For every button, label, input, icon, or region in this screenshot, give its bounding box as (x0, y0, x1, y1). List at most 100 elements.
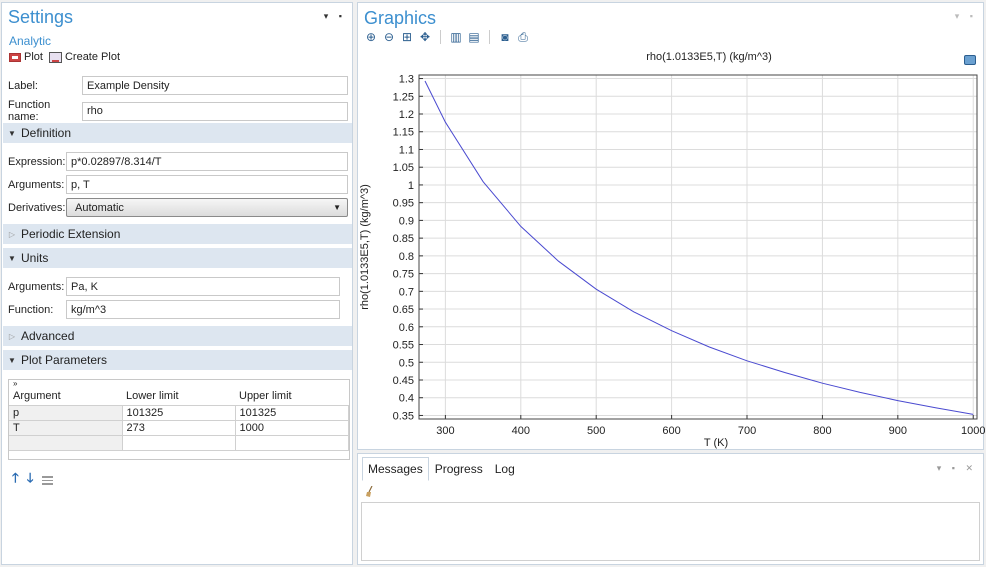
units-function-row: Function: (8, 300, 340, 319)
table-row[interactable]: p 101325 101325 (9, 405, 349, 421)
x-tick-label: 900 (889, 425, 907, 437)
y-tick-label: 0.8 (399, 251, 414, 263)
y-tick-label: 1.2 (399, 109, 414, 121)
x-tick-label: 400 (512, 425, 530, 437)
column-header[interactable]: Argument (9, 388, 122, 406)
derivatives-label: Derivatives: (8, 201, 66, 214)
graphics-toolbar: ⊕ ⊖ ⊞ ✥ ▥ ▤ ◙ ⎙ (364, 30, 530, 44)
function-name-row: Function name: (8, 99, 348, 123)
label-input[interactable] (82, 76, 348, 95)
messages-panel: Messages Progress Log ▾ ▪ ✕ (357, 453, 984, 565)
table-cell[interactable]: T (9, 420, 123, 436)
table-cell[interactable]: 101325 (235, 405, 349, 421)
table-cell[interactable] (9, 435, 123, 451)
y-tick-label: 1 (408, 180, 414, 192)
table-cell[interactable] (122, 435, 236, 451)
y-tick-label: 1.1 (399, 144, 414, 156)
table-row[interactable] (9, 435, 349, 451)
x-tick-label: 500 (587, 425, 605, 437)
create-plot-button-label: Create Plot (64, 51, 120, 63)
arguments-input[interactable] (66, 175, 348, 194)
table-options-icon[interactable]: » (9, 380, 349, 388)
section-plot-parameters-label: Plot Parameters (21, 353, 108, 367)
zoom-in-icon[interactable]: ⊕ (364, 30, 378, 44)
section-definition[interactable]: ▼ Definition (3, 123, 352, 143)
section-plot-parameters[interactable]: ▼ Plot Parameters (3, 350, 352, 370)
arguments-row: Arguments: (8, 175, 348, 194)
graphics-panel-controls[interactable]: ▾ ▪ (955, 11, 977, 22)
label-field-label: Label: (8, 79, 38, 92)
units-function-input[interactable] (66, 300, 340, 319)
expanded-triangle-icon: ▼ (8, 355, 16, 365)
camera-icon[interactable]: ◙ (498, 30, 512, 44)
units-arguments-input[interactable] (66, 277, 340, 296)
zoom-out-icon[interactable]: ⊖ (382, 30, 396, 44)
graphics-settings-icon[interactable] (964, 55, 976, 65)
section-advanced-label: Advanced (21, 329, 75, 343)
y-tick-label: 0.7 (399, 286, 414, 298)
y-tick-label: 0.45 (393, 375, 414, 387)
units-function-label: Function: (8, 303, 54, 316)
print-icon[interactable]: ⎙ (516, 30, 530, 44)
x-tick-label: 800 (813, 425, 831, 437)
table-icon[interactable]: ▤ (467, 30, 481, 44)
function-name-label: Function name: (8, 99, 51, 123)
arguments-label: Arguments: (8, 178, 65, 191)
table-cell[interactable] (235, 435, 349, 451)
expression-row: Expression: (8, 152, 348, 171)
settings-toolbar: Plot Create Plot (9, 51, 120, 63)
y-tick-label: 0.9 (399, 215, 414, 227)
y-tick-label: 1.05 (393, 162, 414, 174)
tab-progress[interactable]: Progress (429, 457, 489, 481)
section-definition-label: Definition (21, 126, 72, 140)
units-arguments-label: Arguments: (8, 280, 65, 293)
grid-icon[interactable]: ▥ (449, 30, 463, 44)
y-tick-label: 0.55 (393, 340, 414, 352)
move-up-icon[interactable]: 🡑 (12, 469, 19, 491)
table-row[interactable]: T 273 1000 (9, 420, 349, 436)
label-row: Label: (8, 76, 348, 95)
derivatives-select[interactable]: Automatic ▼ (66, 198, 348, 217)
function-name-input[interactable] (82, 101, 348, 121)
graphics-panel: 0.35 0.4 0.45 0.5 0.55 0.6 0.65 0.7 0.75 0.8 0.85 0… (357, 2, 985, 451)
section-advanced[interactable]: ▷ Advanced (3, 326, 352, 346)
column-header[interactable]: Lower limit (122, 388, 235, 406)
y-tick-label: 1.3 (399, 74, 414, 86)
y-tick-label: 0.4 (399, 393, 414, 405)
clear-table-icon[interactable] (41, 475, 53, 485)
table-cell[interactable]: 273 (122, 420, 236, 436)
y-tick-label: 1.25 (393, 91, 414, 103)
tab-messages[interactable]: Messages (362, 457, 429, 481)
table-cell[interactable]: p (9, 405, 123, 421)
y-tick-label: 0.6 (399, 322, 414, 334)
y-tick-label: 0.95 (393, 198, 414, 210)
section-periodic-extension[interactable]: ▷ Periodic Extension (3, 224, 352, 244)
clear-messages-icon[interactable] (366, 486, 374, 497)
tab-log[interactable]: Log (489, 457, 521, 481)
y-axis-label: rho(1.0133E5,T) (kg/m^3) (359, 184, 371, 310)
y-tick-label: 0.75 (393, 269, 414, 281)
zoom-extents-icon[interactable]: ✥ (418, 30, 432, 44)
dropdown-arrow-icon: ▼ (333, 203, 341, 212)
table-cell[interactable]: 1000 (235, 420, 349, 436)
derivatives-row: Derivatives: Automatic ▼ (8, 198, 348, 217)
zoom-box-icon[interactable]: ⊞ (400, 30, 414, 44)
graphics-title: Graphics (364, 8, 437, 28)
units-arguments-row: Arguments: (8, 277, 340, 296)
y-tick-label: 0.65 (393, 304, 414, 316)
table-cell[interactable]: 101325 (122, 405, 236, 421)
expression-input[interactable] (66, 152, 348, 171)
messages-panel-controls[interactable]: ▾ ▪ ✕ (937, 463, 977, 474)
create-plot-button[interactable]: Create Plot (48, 51, 120, 63)
x-axis-label: T (K) (704, 437, 728, 449)
column-header[interactable]: Upper limit (235, 388, 349, 406)
plot-parameters-table: » Argument Lower limit Upper limit p 101… (8, 379, 350, 460)
plot-button[interactable]: Plot (9, 51, 43, 63)
collapsed-triangle-icon: ▷ (8, 229, 16, 239)
plot-canvas[interactable]: 0.35 0.4 0.45 0.5 0.55 0.6 0.65 0.7 0.75 0.8 0.85 0… (358, 3, 985, 451)
section-units[interactable]: ▼ Units (3, 248, 352, 268)
plot-area (419, 75, 977, 419)
collapsed-triangle-icon: ▷ (8, 331, 16, 341)
settings-panel-controls[interactable]: ▾ ▪ (324, 11, 346, 22)
move-down-icon[interactable]: 🡓 (27, 469, 34, 491)
